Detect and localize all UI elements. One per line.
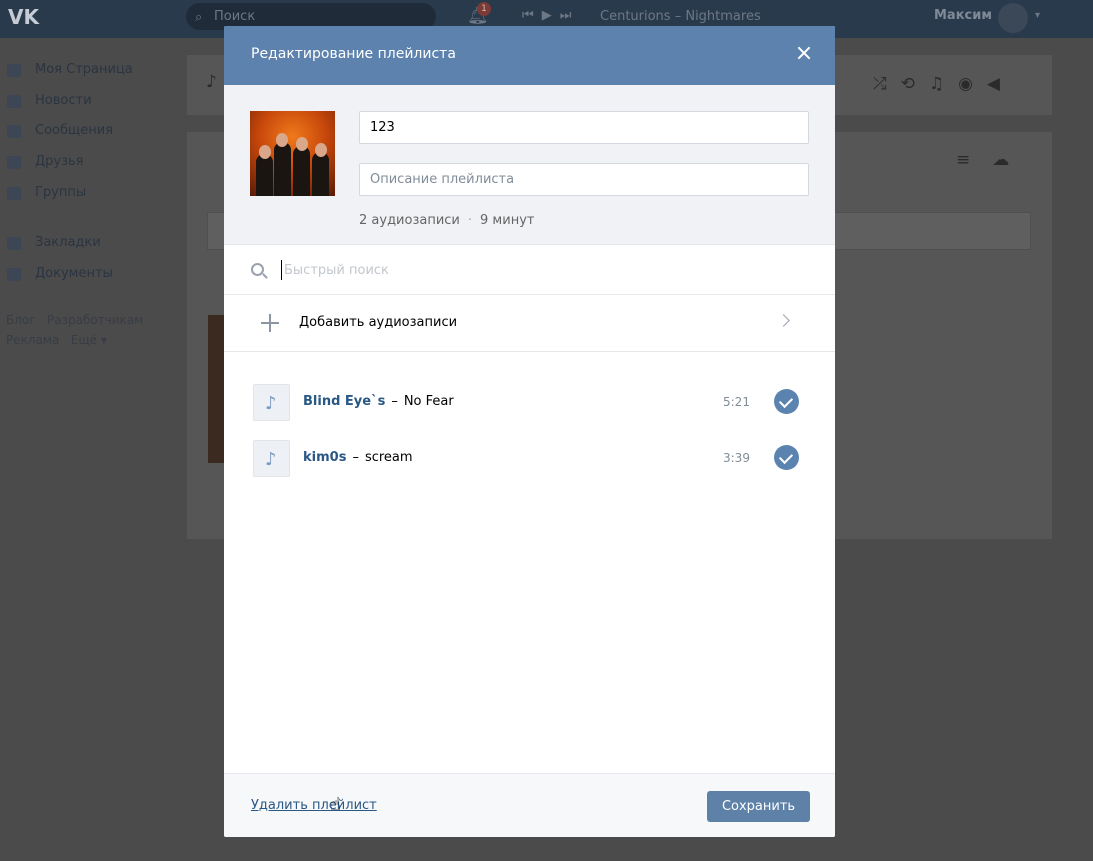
playlist-description-field[interactable]: Описание плейлиста	[359, 163, 809, 196]
music-note-icon: ♪	[265, 393, 277, 414]
save-button[interactable]: Сохранить	[707, 791, 810, 822]
track-cover[interactable]: ♪	[253, 384, 290, 421]
checkmark-icon[interactable]	[774, 389, 799, 414]
developers-link[interactable]: Разработчикам	[47, 313, 143, 327]
track-separator: –	[352, 450, 359, 465]
cover-figure	[312, 152, 329, 196]
cover-figure	[256, 154, 273, 196]
track-artist[interactable]: Blind Eye`s	[303, 394, 385, 409]
sidebar-item-label: Закладки	[35, 235, 101, 251]
sidebar-item-documents[interactable]: Документы	[0, 259, 180, 290]
quick-search-row	[224, 245, 835, 295]
document-icon	[7, 268, 21, 282]
add-audio-button[interactable]: Добавить аудиозаписи	[224, 295, 835, 352]
user-icon	[7, 64, 21, 77]
track-title: No Fear	[403, 394, 454, 409]
star-icon	[7, 237, 21, 251]
modal-footer: Удалить плейлист ☝ Сохранить	[224, 773, 835, 837]
avatar[interactable]	[998, 3, 1028, 33]
notification-badge: 1	[477, 2, 491, 16]
track-artist[interactable]: kim0s	[303, 450, 346, 465]
playlist-cover[interactable]	[250, 111, 335, 196]
sidebar-item-groups[interactable]: Группы	[0, 178, 180, 209]
sidebar-item-my-page[interactable]: Моя Страница	[0, 55, 180, 86]
groups-icon	[7, 186, 21, 200]
chevron-right-icon	[777, 314, 790, 327]
track-count: 2 аудиозаписи	[359, 213, 460, 228]
sidebar-item-label: Друзья	[35, 154, 84, 170]
chevron-down-icon[interactable]: ▾	[1035, 10, 1040, 21]
track-duration: 5:21	[723, 395, 750, 409]
track-info: Blind Eye`s – No Fear	[303, 394, 454, 409]
cover-figure-head	[276, 133, 288, 147]
track-cover[interactable]: ♪	[253, 440, 290, 477]
more-link[interactable]: Ещё	[71, 333, 97, 347]
cover-figure	[293, 146, 310, 196]
global-search-placeholder: Поиск	[214, 9, 256, 24]
sidebar-item-label: Моя Страница	[35, 62, 133, 77]
search-icon: ⌕	[195, 10, 203, 25]
playlist-name-field[interactable]: 123	[359, 111, 809, 144]
news-icon	[7, 94, 21, 108]
close-icon[interactable]	[793, 42, 815, 64]
add-audio-label: Добавить аудиозаписи	[299, 315, 458, 330]
cover-figure-head	[296, 137, 308, 151]
quick-search-input[interactable]	[281, 260, 781, 280]
sidebar-item-news[interactable]: Новости	[0, 86, 180, 117]
track-list: ♪ Blind Eye`s – No Fear 5:21 ♪ kim0s – screa…	[224, 352, 835, 494]
ads-link[interactable]: Реклама	[6, 333, 59, 347]
friends-icon	[7, 156, 21, 170]
sidebar-item-friends[interactable]: Друзья	[0, 147, 180, 178]
cover-figure-head	[315, 143, 327, 157]
add-playlist-upload-icons: ≡☁	[956, 150, 1032, 170]
sidebar-item-messages[interactable]: Сообщения	[0, 116, 180, 147]
sidebar: Моя Страница Новости Сообщения Друзья Гр…	[0, 55, 180, 350]
modal-title: Редактирование плейлиста	[251, 46, 456, 62]
sidebar-item-bookmarks[interactable]: Закладки	[0, 228, 180, 259]
vk-logo[interactable]: VK	[8, 5, 42, 31]
user-name[interactable]: Максим	[934, 8, 992, 23]
sidebar-footer: Блог Разработчикам Реклама Ещё ▾	[6, 312, 144, 347]
cover-figure	[274, 142, 291, 196]
track-row[interactable]: ♪ kim0s – scream 3:39	[224, 438, 835, 494]
sidebar-item-label: Сообщения	[35, 123, 114, 139]
edit-playlist-modal: Редактирование плейлиста 123 Описание пл…	[224, 26, 835, 837]
audio-toolbar-icons: ⤮⟲♫◉◀	[873, 74, 1014, 94]
checkmark-icon[interactable]	[774, 445, 799, 470]
delete-playlist-link[interactable]: Удалить плейлист	[251, 798, 377, 813]
sidebar-item-label: Новости	[35, 92, 92, 108]
music-note-icon: ♪	[206, 72, 217, 92]
cover-figure-head	[259, 145, 271, 159]
messages-icon	[7, 125, 21, 139]
plus-icon	[261, 314, 279, 332]
track-info: kim0s – scream	[303, 450, 413, 465]
modal-header: Редактирование плейлиста	[224, 26, 835, 85]
music-note-icon: ♪	[265, 449, 277, 470]
track-separator: –	[391, 394, 398, 409]
track-title: scream	[364, 450, 413, 465]
playlist-duration: 9 минут	[480, 213, 535, 228]
playlist-info: 123 Описание плейлиста 2 аудиозаписи · 9 м…	[224, 85, 835, 245]
separator-dot: ·	[467, 213, 473, 228]
search-icon	[251, 263, 264, 276]
sidebar-item-label: Документы	[35, 266, 113, 282]
playlist-meta: 2 аудиозаписи · 9 минут	[359, 213, 534, 228]
blog-link[interactable]: Блог	[6, 313, 36, 327]
sidebar-item-label: Группы	[35, 184, 87, 200]
player-controls[interactable]: ⏮▶⏭	[522, 8, 579, 23]
track-row[interactable]: ♪ Blind Eye`s – No Fear 5:21	[224, 382, 835, 438]
hand-cursor-icon: ☝	[330, 794, 341, 815]
track-duration: 3:39	[723, 451, 750, 465]
